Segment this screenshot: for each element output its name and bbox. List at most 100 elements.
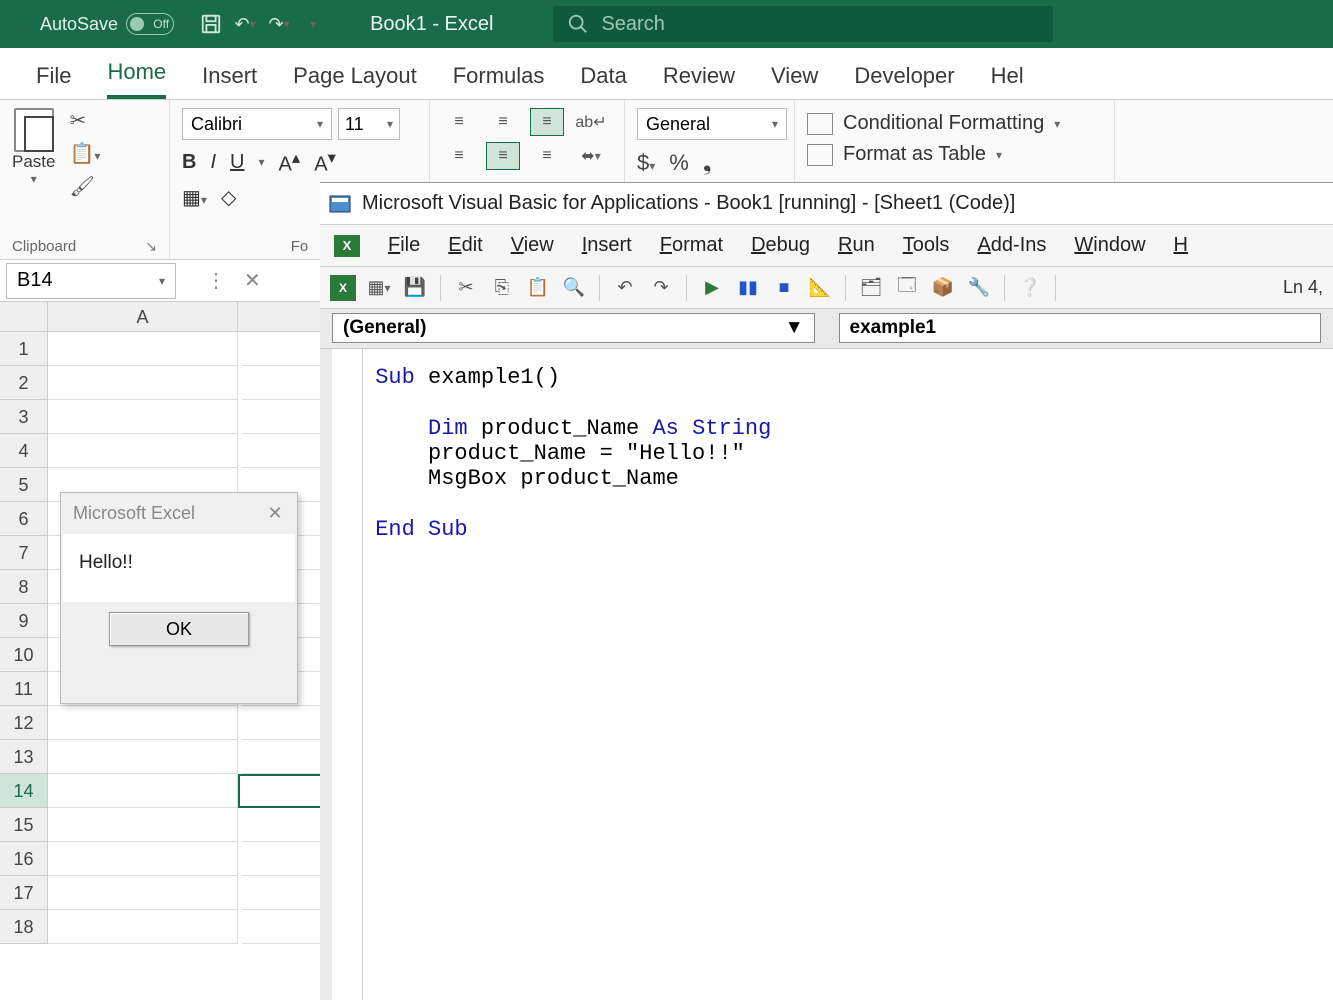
conditional-formatting-button[interactable]: Conditional Formatting▾ — [807, 108, 1102, 139]
align-right-icon[interactable]: ≡ — [530, 142, 564, 170]
autosave-toggle[interactable]: AutoSave Off — [40, 13, 174, 35]
row-header[interactable]: 16 — [0, 842, 48, 876]
merge-icon[interactable]: ⬌▾ — [574, 142, 608, 170]
toolbox-icon[interactable]: 🔧 — [966, 275, 992, 301]
paste-button[interactable]: Paste ▾ — [12, 108, 55, 199]
vba-menu-insert[interactable]: Insert — [582, 234, 632, 257]
find-icon[interactable]: 🔍 — [561, 275, 587, 301]
procedure-dropdown[interactable]: example1 — [839, 313, 1322, 343]
bold-button[interactable]: B — [182, 151, 196, 174]
cell[interactable] — [242, 366, 328, 400]
vba-menu-window[interactable]: Window — [1074, 234, 1145, 257]
row-header[interactable]: 15 — [0, 808, 48, 842]
cell[interactable] — [48, 740, 238, 774]
break-icon[interactable]: ▮▮ — [735, 275, 761, 301]
align-left-icon[interactable]: ≡ — [442, 142, 476, 170]
row-header[interactable]: 12 — [0, 706, 48, 740]
vba-menu-tools[interactable]: Tools — [903, 234, 950, 257]
row-header[interactable]: 18 — [0, 910, 48, 944]
cell[interactable] — [48, 434, 238, 468]
active-cell[interactable] — [238, 774, 324, 808]
cell[interactable] — [242, 842, 328, 876]
vba-menu-run[interactable]: Run — [838, 234, 875, 257]
copy-icon[interactable]: 📋▾ — [69, 141, 100, 166]
cell[interactable] — [242, 706, 328, 740]
borders-icon[interactable]: ▦▾ — [182, 185, 207, 210]
object-dropdown[interactable]: (General)▼ — [332, 313, 815, 343]
cell[interactable] — [242, 808, 328, 842]
cell[interactable] — [242, 910, 328, 944]
cell[interactable] — [48, 332, 238, 366]
align-bottom-icon[interactable]: ≡ — [530, 108, 564, 136]
row-header[interactable]: 6 — [0, 502, 48, 536]
redo-icon[interactable]: ↷ — [648, 275, 674, 301]
cell[interactable] — [48, 400, 238, 434]
paste-icon[interactable]: 📋 — [525, 275, 551, 301]
save-icon[interactable]: 💾 — [402, 275, 428, 301]
tab-home[interactable]: Home — [107, 59, 166, 99]
increase-font-icon[interactable]: A▴ — [279, 148, 301, 177]
row-header[interactable]: 10 — [0, 638, 48, 672]
view-excel-icon[interactable]: X — [330, 275, 356, 301]
row-header[interactable]: 7 — [0, 536, 48, 570]
run-icon[interactable]: ▶ — [699, 275, 725, 301]
row-header[interactable]: 14 — [0, 774, 48, 808]
cell[interactable] — [48, 706, 238, 740]
redo-icon[interactable]: ↷▾ — [262, 7, 296, 41]
column-header[interactable]: A — [48, 302, 238, 332]
fill-color-icon[interactable]: ◇ — [221, 185, 236, 210]
code-editor[interactable]: Sub example1() Dim product_Name As Strin… — [320, 349, 1333, 1000]
reset-icon[interactable]: ■ — [771, 275, 797, 301]
tab-developer[interactable]: Developer — [854, 63, 954, 99]
ok-button[interactable]: OK — [109, 612, 249, 646]
cell[interactable] — [48, 876, 238, 910]
row-header[interactable]: 9 — [0, 604, 48, 638]
comma-icon[interactable]: ❟ — [703, 150, 712, 176]
properties-icon[interactable]: 🗔 — [894, 275, 920, 301]
tab-formulas[interactable]: Formulas — [453, 63, 545, 99]
wrap-text-icon[interactable]: ab↵ — [574, 108, 608, 136]
tab-review[interactable]: Review — [663, 63, 735, 99]
clipboard-launcher-icon[interactable]: ↘ — [145, 238, 157, 255]
copy-icon[interactable]: ⎘ — [489, 275, 515, 301]
vba-menu-format[interactable]: Format — [660, 234, 723, 257]
cell[interactable] — [48, 842, 238, 876]
tab-insert[interactable]: Insert — [202, 63, 257, 99]
excel-icon[interactable]: X — [334, 235, 360, 257]
row-header[interactable]: 2 — [0, 366, 48, 400]
save-icon[interactable] — [194, 7, 228, 41]
vba-menu-edit[interactable]: Edit — [448, 234, 482, 257]
cell[interactable] — [48, 910, 238, 944]
row-header[interactable]: 17 — [0, 876, 48, 910]
help-icon[interactable]: ❔ — [1017, 275, 1043, 301]
font-name-select[interactable]: Calibri▾ — [182, 108, 332, 140]
row-header[interactable]: 13 — [0, 740, 48, 774]
cell[interactable] — [242, 876, 328, 910]
close-icon[interactable]: ✕ — [265, 503, 285, 523]
autosave-switch[interactable]: Off — [126, 13, 174, 35]
row-header[interactable]: 1 — [0, 332, 48, 366]
format-as-table-button[interactable]: Format as Table▾ — [807, 139, 1102, 170]
cell[interactable] — [48, 366, 238, 400]
cut-icon[interactable]: ✂ — [69, 108, 100, 133]
select-all-corner[interactable] — [0, 302, 48, 331]
design-mode-icon[interactable]: 📐 — [807, 275, 833, 301]
qat-customize-icon[interactable]: ▾ — [296, 7, 330, 41]
tab-hel[interactable]: Hel — [991, 63, 1024, 99]
name-box[interactable]: B14▾ — [6, 263, 176, 299]
row-header[interactable]: 3 — [0, 400, 48, 434]
row-header[interactable]: 8 — [0, 570, 48, 604]
undo-icon[interactable]: ↶▾ — [228, 7, 262, 41]
cell[interactable] — [242, 400, 328, 434]
cell[interactable] — [242, 434, 328, 468]
format-painter-icon[interactable]: 🖌 — [69, 174, 100, 199]
cell[interactable] — [48, 774, 238, 808]
vba-title-bar[interactable]: Microsoft Visual Basic for Applications … — [320, 183, 1333, 225]
font-size-select[interactable]: 11▾ — [338, 108, 400, 140]
vba-menu-add-ins[interactable]: Add-Ins — [977, 234, 1046, 257]
row-header[interactable]: 11 — [0, 672, 48, 706]
percent-icon[interactable]: % — [669, 150, 689, 176]
row-header[interactable]: 5 — [0, 468, 48, 502]
align-top-icon[interactable]: ≡ — [442, 108, 476, 136]
cell[interactable] — [48, 808, 238, 842]
